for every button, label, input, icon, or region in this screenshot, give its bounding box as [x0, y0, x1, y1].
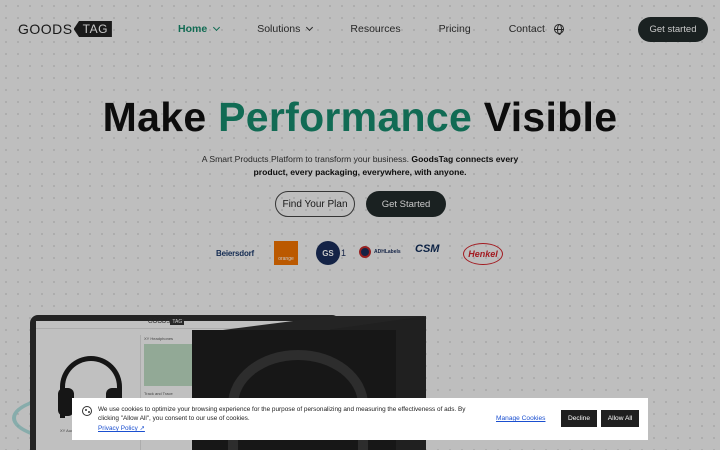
- decline-button[interactable]: Decline: [561, 410, 597, 427]
- privacy-policy-link[interactable]: Privacy Policy ↗: [98, 424, 145, 432]
- allow-all-button[interactable]: Allow All: [601, 410, 639, 427]
- cookie-backdrop-overlay: [0, 0, 720, 450]
- cookie-banner: We use cookies to optimize your browsing…: [72, 398, 648, 440]
- cookie-message: We use cookies to optimize your browsing…: [98, 406, 466, 422]
- manage-cookies-link[interactable]: Manage Cookies: [496, 415, 545, 422]
- cookie-icon: [82, 406, 92, 416]
